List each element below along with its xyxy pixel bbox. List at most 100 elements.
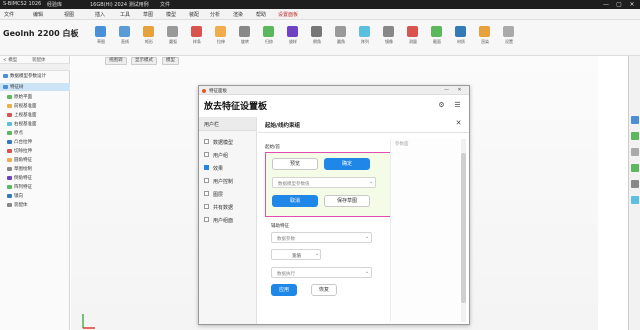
- close-icon[interactable]: ✕: [454, 119, 463, 128]
- menu-item[interactable]: 渲染: [233, 11, 243, 18]
- chamfer-tool-button[interactable]: 倒角: [310, 24, 324, 48]
- tree-item[interactable]: 倒角特征: [0, 174, 70, 182]
- mirror-tool-button[interactable]: 镜像: [382, 24, 396, 48]
- settings-tool-button[interactable]: 设置: [502, 24, 516, 48]
- menu-item[interactable]: 插入: [95, 11, 105, 18]
- checkbox[interactable]: [204, 204, 209, 209]
- width-field[interactable]: 宽值 ⌄: [271, 249, 321, 260]
- sidebar-item[interactable]: 数据模型: [202, 136, 254, 147]
- dialog-titlebar[interactable]: 特征面板 — ✕: [199, 86, 469, 95]
- right-toolbar-strip: [628, 56, 640, 330]
- line-tool-button[interactable]: 直线: [118, 24, 132, 48]
- pattern-tool-button[interactable]: 阵列: [358, 24, 372, 48]
- close-icon[interactable]: ✕: [626, 0, 638, 9]
- arc-icon: [167, 26, 178, 37]
- tree-item[interactable]: 原点: [0, 129, 70, 137]
- menu-item[interactable]: 装配: [189, 11, 199, 18]
- checkbox[interactable]: [204, 152, 209, 157]
- tree-item[interactable]: 阵列特征: [0, 183, 70, 191]
- revolve-tool-button[interactable]: 旋转: [238, 24, 252, 48]
- tree-item[interactable]: 右视基准面: [0, 120, 70, 128]
- model-button[interactable]: 模型: [162, 57, 179, 65]
- tab-model[interactable]: < 模型: [3, 57, 17, 63]
- menu-item[interactable]: 草图: [143, 11, 153, 18]
- window-title-right[interactable]: 文件: [160, 1, 170, 8]
- minimize-icon[interactable]: —: [442, 86, 451, 95]
- sweep-tool-button[interactable]: 扫掠: [262, 24, 276, 48]
- menu-item[interactable]: 模型: [166, 11, 176, 18]
- confirm-button[interactable]: 确定: [324, 158, 370, 170]
- settings-icon[interactable]: ⚙: [437, 101, 446, 110]
- view-button[interactable]: 视图调: [105, 57, 127, 65]
- checkbox[interactable]: [204, 178, 209, 183]
- menu-item[interactable]: 工具: [120, 11, 130, 18]
- tree-item[interactable]: 装配体: [0, 201, 70, 209]
- tree-item[interactable]: 圆角特征: [0, 156, 70, 164]
- menu-item[interactable]: 视图: [64, 11, 74, 18]
- sidebar-item[interactable]: 图层: [202, 188, 254, 199]
- sidebar-item[interactable]: 用户控制: [202, 175, 254, 186]
- minimize-icon[interactable]: —: [600, 0, 612, 9]
- menu-item[interactable]: 帮助: [256, 11, 266, 18]
- data-parameter-select[interactable]: 数据参数 ⌄: [271, 232, 372, 243]
- reset-button[interactable]: 恢复: [311, 284, 337, 296]
- checkbox[interactable]: [204, 139, 209, 144]
- sidebar-item[interactable]: 用户组面: [202, 214, 254, 225]
- chevron-down-icon: ⌄: [365, 269, 370, 275]
- sketch-tool-button[interactable]: 草图: [94, 24, 108, 48]
- spline-tool-button[interactable]: 样条: [190, 24, 204, 48]
- property-icon[interactable]: [631, 180, 639, 188]
- appearance-icon[interactable]: [631, 132, 639, 140]
- scrollbar-thumb[interactable]: [461, 153, 466, 303]
- menu-item[interactable]: 分析: [210, 11, 220, 18]
- fillet-tool-button[interactable]: 圆角: [334, 24, 348, 48]
- parameter-select[interactable]: 数据模型参数值 ⌄: [272, 177, 376, 188]
- rectangle-tool-button[interactable]: 矩形: [142, 24, 156, 48]
- execute-select[interactable]: 数据执行 ⌄: [271, 267, 372, 278]
- display-mode-button[interactable]: 显示模式: [131, 57, 157, 65]
- scrollbar[interactable]: [461, 139, 466, 322]
- library-icon[interactable]: [631, 196, 639, 204]
- loft-tool-button[interactable]: 放样: [286, 24, 300, 48]
- tree-item[interactable]: 数据模型参数设计: [0, 72, 70, 80]
- tree-node-icon: [7, 193, 12, 198]
- menu-item-active[interactable]: 设置面板: [278, 11, 298, 18]
- material-tool-button[interactable]: 材质: [454, 24, 468, 48]
- checkbox-checked[interactable]: [204, 165, 209, 170]
- tree-item[interactable]: 前视基准面: [0, 102, 70, 110]
- extrude-tool-button[interactable]: 拉伸: [214, 24, 228, 48]
- apply-button[interactable]: 应用: [271, 284, 297, 296]
- sidebar-item[interactable]: 用户组: [202, 149, 254, 160]
- menu-item[interactable]: 编辑: [33, 11, 43, 18]
- dialog-sidebar: 用户栏 数据模型 用户组 效果 用户控制 图层 共有数据 用户组面: [199, 117, 257, 324]
- tree-node-icon: [7, 94, 12, 99]
- layer-icon[interactable]: [631, 164, 639, 172]
- render-tool-button[interactable]: 渲染: [478, 24, 492, 48]
- menu-icon[interactable]: ☰: [453, 101, 462, 110]
- close-icon[interactable]: ✕: [455, 86, 464, 95]
- tree-item[interactable]: 上视基准面: [0, 111, 70, 119]
- tree-item[interactable]: 草图绘制: [0, 165, 70, 173]
- menu-item[interactable]: 文件: [4, 11, 14, 18]
- tree-item[interactable]: 凸台拉伸: [0, 138, 70, 146]
- sweep-icon: [263, 26, 274, 37]
- tab-assembly[interactable]: 装配体: [32, 57, 46, 63]
- section-tool-button[interactable]: 截面: [430, 24, 444, 48]
- tree-item-selected[interactable]: 特征树: [0, 83, 70, 91]
- measure-tool-button[interactable]: 测量: [406, 24, 420, 48]
- tree-item[interactable]: 原始平面: [0, 93, 70, 101]
- tree-item[interactable]: 镜向: [0, 192, 70, 200]
- cancel-button[interactable]: 取消: [272, 195, 318, 207]
- preview-button[interactable]: 预览: [272, 158, 318, 170]
- checkbox[interactable]: [204, 217, 209, 222]
- maximize-icon[interactable]: ▢: [613, 0, 625, 9]
- sidebar-item-active[interactable]: 效果: [202, 162, 254, 173]
- scene-icon[interactable]: [631, 148, 639, 156]
- window-title-tab[interactable]: 经验库: [47, 1, 62, 8]
- arc-tool-button[interactable]: 圆弧: [166, 24, 180, 48]
- tree-item[interactable]: 切除拉伸: [0, 147, 70, 155]
- save-sketch-button[interactable]: 保存草图: [324, 195, 370, 207]
- sidebar-item[interactable]: 共有数据: [202, 201, 254, 212]
- checkbox[interactable]: [204, 191, 209, 196]
- view-cube-icon[interactable]: [631, 116, 639, 124]
